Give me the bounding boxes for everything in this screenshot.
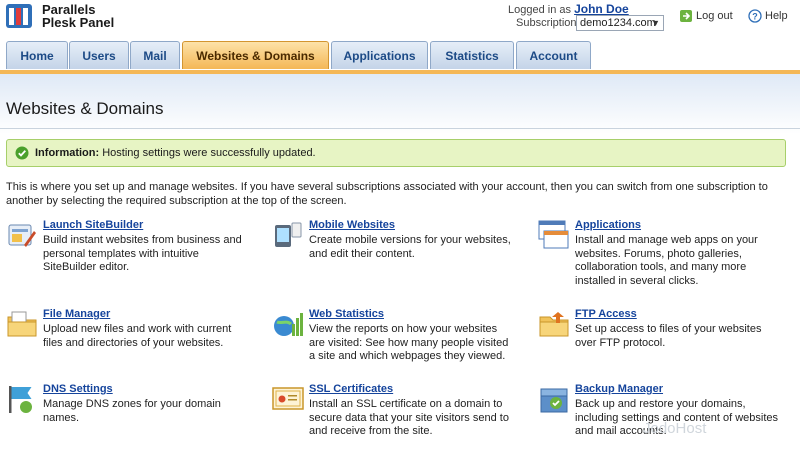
header: Parallels Plesk Panel Logged in as John … [0,0,800,42]
tab-users[interactable]: Users [69,41,129,69]
ssl-certificates-link[interactable]: SSL Certificates [309,383,393,395]
info-message: Information: Hosting settings were succe… [6,139,786,167]
tab-home[interactable]: Home [6,41,68,69]
watermark: JodoHost [643,420,707,437]
help-icon: ? [748,9,762,23]
login-prefix: Logged in as [508,4,571,16]
file-manager-desc: Upload new files and work with current f… [43,323,232,349]
info-label: Information: [35,147,100,159]
ftp-access-desc: Set up access to files of your websites … [575,323,762,349]
chevron-down-icon: ▼ [651,18,660,28]
mobile-websites-link[interactable]: Mobile Websites [309,219,395,231]
tab-mail[interactable]: Mail [130,41,180,69]
logout-icon [680,10,692,22]
launch-sitebuilder-desc: Build instant websites from business and… [43,234,242,273]
backup-manager-link[interactable]: Backup Manager [575,383,663,395]
title-divider [0,128,800,129]
web-statistics-desc: View the reports on how your websites ar… [309,323,509,362]
tab-applications[interactable]: Applications [331,41,428,69]
user-name-link[interactable]: John Doe [574,2,629,16]
brand-line2: Plesk Panel [42,15,115,30]
ftp-access-link[interactable]: FTP Access [575,308,637,320]
backup-icon [540,388,568,413]
help-label: Help [765,9,788,22]
dns-settings-link[interactable]: DNS Settings [43,383,113,395]
check-icon [15,146,29,160]
dns-icon [9,386,32,413]
ssl-certificates-desc: Install an SSL certificate on a domain t… [309,398,509,437]
help-button[interactable]: ? Help [748,9,788,23]
tab-websites-domains[interactable]: Websites & Domains [182,41,329,69]
svg-text:?: ? [752,12,758,22]
plesk-logo-icon [6,4,32,28]
dns-settings-desc: Manage DNS zones for your domain names. [43,398,221,424]
mobile-icon [275,222,302,247]
sitebuilder-icon [8,224,36,247]
login-info: Logged in as John Doe [508,2,629,16]
file-manager-icon [7,311,37,337]
ftp-icon [539,312,569,337]
ssl-certificate-icon [272,387,304,410]
applications-icon [538,220,569,249]
logout-label: Log out [696,9,733,22]
mobile-websites-desc: Create mobile versions for your websites… [309,234,511,260]
subscription-select[interactable]: demo1234.com ▼ [576,15,664,31]
info-message-text: Information: Hosting settings were succe… [35,147,316,159]
tab-account[interactable]: Account [516,41,591,69]
applications-desc: Install and manage web apps on your webs… [575,234,758,287]
subscription-value: demo1234.com [580,17,656,29]
tab-statistics[interactable]: Statistics [430,41,514,69]
applications-link[interactable]: Applications [575,219,641,231]
main-tabs: Home Users Mail Websites & Domains Appli… [0,40,800,70]
web-statistics-icon [274,313,303,336]
logout-button[interactable]: Log out [679,9,733,23]
intro-text: This is where you set up and manage webs… [6,181,768,207]
info-text: Hosting settings were successfully updat… [99,147,316,159]
page-title: Websites & Domains [6,99,164,118]
subscription-label: Subscription [516,17,577,29]
web-statistics-link[interactable]: Web Statistics [309,308,384,320]
brand-name: Parallels Plesk Panel [42,3,114,29]
launch-sitebuilder-link[interactable]: Launch SiteBuilder [43,219,143,231]
file-manager-link[interactable]: File Manager [43,308,110,320]
